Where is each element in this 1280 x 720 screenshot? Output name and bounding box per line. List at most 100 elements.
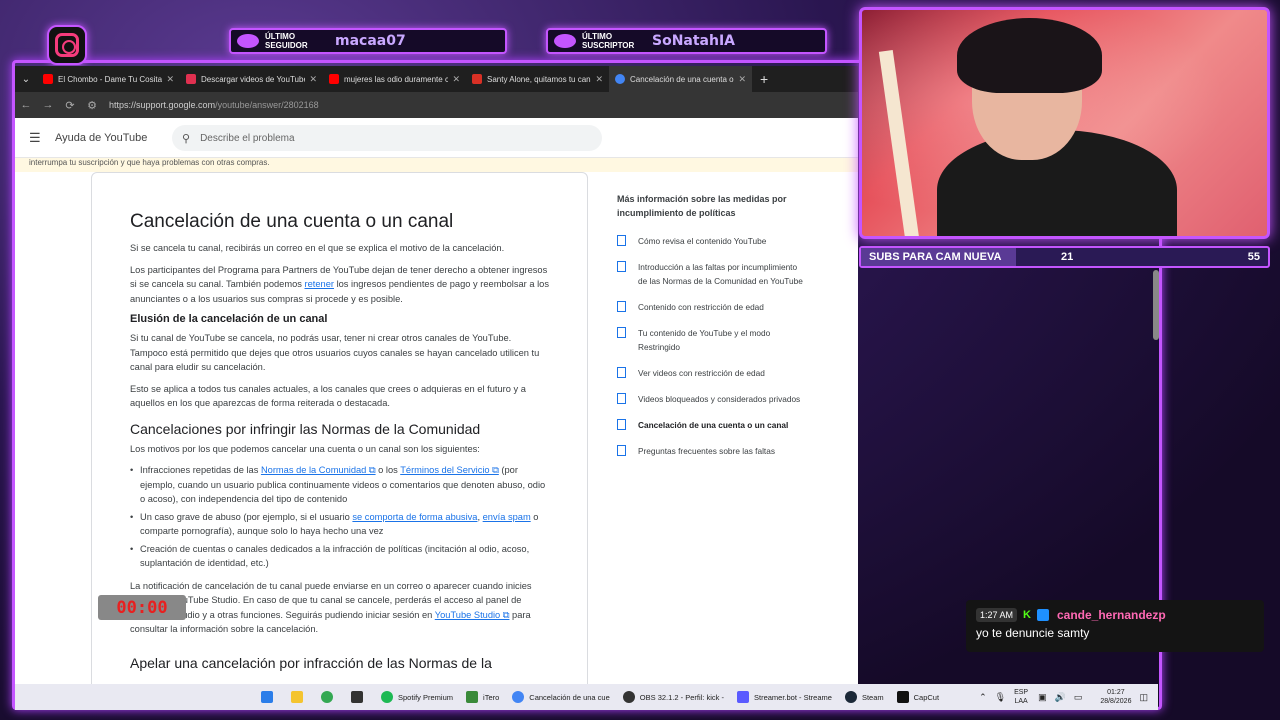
taskbar-app-spotify[interactable]: Spotify Premium [381, 691, 453, 703]
last-follower-name: macaa07 [335, 33, 406, 49]
chevron-up-icon[interactable]: ⌃ [979, 692, 987, 703]
tab-bar: ⌄ El Chombo - Dame Tu Cosita (Ch✕ Descar… [15, 66, 858, 92]
related-articles-nav: Más información sobre las medidas por in… [617, 192, 807, 470]
address-bar: ← → ⟳ ⚙ https://support.google.com/youtu… [15, 92, 858, 118]
browser-window: ⌄ El Chombo - Dame Tu Cosita (Ch✕ Descar… [15, 66, 858, 684]
retain-link[interactable]: retener [305, 279, 334, 289]
document-icon [617, 301, 626, 312]
taskbar-app-chrome-tab[interactable]: Cancelación de una cue [512, 691, 610, 703]
tab[interactable]: Descargar videos de YouTube - ✕ [180, 66, 323, 92]
close-icon[interactable]: ✕ [166, 74, 174, 85]
last-sub-label: ÚLTIMO SUSCRIPTOR [582, 32, 635, 50]
related-link-current[interactable]: Cancelación de una cuenta o un canal [617, 418, 807, 432]
help-search-input[interactable]: ⚲ Describe el problema [172, 125, 602, 151]
reasons-list: Infracciones repetidas de las Normas de … [130, 463, 549, 571]
taskbar-app-capcut[interactable]: CapCut [896, 691, 939, 703]
language-indicator[interactable]: ESP LAA [1014, 688, 1028, 706]
steam-icon [844, 691, 857, 703]
tab[interactable]: mujeres las odio duramente co ✕ [323, 66, 466, 92]
document-icon [617, 445, 626, 456]
related-link[interactable]: Ver videos con restricción de edad [617, 366, 807, 380]
section-heading: Elusión de la cancelación de un canal [130, 313, 328, 325]
article-title: Cancelación de una cuenta o un canal [130, 211, 454, 232]
streamerbot-icon [736, 691, 749, 703]
url-path: /youtube/answer/2802168 [215, 100, 319, 110]
article-paragraph: Los motivos por los que podemos cancelar… [130, 443, 480, 454]
page-scrollbar[interactable] [1153, 270, 1159, 340]
close-icon[interactable]: ✕ [452, 74, 460, 85]
notification-icon[interactable]: ◫ [1139, 692, 1148, 703]
tab-label: Descargar videos de YouTube - [201, 74, 306, 84]
search-placeholder: Describe el problema [200, 132, 295, 144]
close-icon[interactable]: ✕ [595, 74, 603, 85]
close-icon[interactable]: ✕ [738, 74, 746, 85]
tab[interactable]: El Chombo - Dame Tu Cosita (Ch✕ [37, 66, 180, 92]
list-item: Creación de cuentas o canales dedicados … [130, 542, 549, 571]
battery-icon[interactable]: ▭ [1074, 692, 1083, 703]
spotify-icon [381, 691, 393, 703]
youtube-icon [329, 74, 339, 84]
help-site-title[interactable]: Ayuda de YouTube [55, 132, 147, 144]
notice-banner: interrumpa tu suscripción y que haya pro… [15, 158, 858, 172]
document-icon [617, 367, 626, 378]
spam-link[interactable]: envía spam [483, 512, 531, 522]
article-paragraph: Si se cancela tu canal, recibirás un cor… [130, 243, 505, 253]
related-link[interactable]: Preguntas frecuentes sobre las faltas [617, 444, 807, 458]
site-settings-icon[interactable]: ⚙ [81, 99, 103, 112]
section-heading: Cancelaciones por infringir las Normas d… [130, 420, 481, 437]
community-guidelines-link[interactable]: Normas de la Comunidad ⧉ [261, 465, 376, 475]
clock[interactable]: 01:27 28/8/2026 [1100, 688, 1131, 706]
obs-icon [622, 691, 635, 703]
document-icon [617, 327, 626, 338]
help-header: ☰ Ayuda de YouTube ⚲ Describe el problema [15, 118, 858, 158]
article-paragraph: Si tu canal de YouTube se cancela, no po… [130, 333, 540, 372]
volume-icon[interactable]: 🔊 [1055, 692, 1066, 703]
tab-active[interactable]: Cancelación de una cuenta o un ✕ [609, 66, 752, 92]
eye-icon [554, 34, 576, 48]
calculator-icon[interactable] [351, 691, 368, 703]
back-icon[interactable]: ← [15, 99, 37, 111]
new-tab-button[interactable]: + [760, 71, 768, 87]
itero-icon [466, 691, 479, 703]
network-icon[interactable]: ▣ [1038, 692, 1047, 703]
article-paragraph: Esto se aplica a todos tus canales actua… [130, 383, 526, 409]
chat-username: cande_hernandezp [1056, 608, 1166, 622]
last-sub-box: ÚLTIMO SUSCRIPTOR SoNatahIA [546, 28, 827, 54]
windows-start-icon[interactable] [261, 691, 278, 703]
tab-label: Santy Alone, quitamos tu canal [487, 74, 592, 84]
related-link[interactable]: Contenido con restricción de edad [617, 300, 807, 314]
reload-icon[interactable]: ⟳ [59, 99, 81, 112]
google-icon [615, 74, 625, 84]
taskbar-app-itero[interactable]: iTero [466, 691, 499, 703]
list-item: Infracciones repetidas de las Normas de … [130, 463, 549, 507]
forward-icon[interactable]: → [37, 99, 59, 111]
microphone-icon[interactable]: 🎙 [995, 692, 1006, 703]
youtube-studio-link[interactable]: YouTube Studio ⧉ [435, 610, 510, 620]
chat-time: 1:27 AM [976, 608, 1018, 622]
taskbar-app-obs[interactable]: OBS 32.1.2 - Perfil: kick - [622, 691, 724, 703]
related-link[interactable]: Tu contenido de YouTube y el modo Restri… [617, 326, 807, 354]
related-link[interactable]: Videos bloqueados y considerados privado… [617, 392, 807, 406]
hamburger-menu-icon[interactable]: ☰ [29, 130, 43, 146]
related-link[interactable]: Introducción a las faltas por incumplimi… [617, 260, 807, 288]
subs-goal-target: 55 [1247, 251, 1260, 263]
url-field[interactable]: https://support.google.com/youtube/answe… [109, 100, 319, 110]
file-explorer-icon[interactable] [291, 691, 308, 703]
taskbar-app-steam[interactable]: Steam [844, 691, 884, 703]
tab-list-chevron-icon[interactable]: ⌄ [15, 74, 37, 85]
article-paragraph: La notificación de cancelación de tu can… [130, 580, 532, 635]
tab[interactable]: Santy Alone, quitamos tu canal ✕ [466, 66, 609, 92]
related-link[interactable]: Cómo revisa el contenido YouTube [617, 234, 807, 248]
last-follower-box: ÚLTIMO SEGUIDOR macaa07 [229, 28, 507, 54]
tab-label: Cancelación de una cuenta o un [630, 74, 735, 84]
close-icon[interactable]: ✕ [309, 74, 317, 85]
chrome-icon[interactable] [321, 691, 338, 703]
taskbar-app-streamerbot[interactable]: Streamer.bot - Streame [736, 691, 832, 703]
download-icon [186, 74, 196, 84]
subs-goal-bar: SUBS PARA CAM NUEVA 21 55 [859, 246, 1270, 268]
abusive-behavior-link[interactable]: se comporta de forma abusiva [352, 512, 477, 522]
article-paragraph: Los participantes del Programa para Part… [130, 264, 549, 304]
subs-goal-label: SUBS PARA CAM NUEVA [869, 251, 1002, 263]
chat-text: yo te denuncie samty [976, 626, 1090, 640]
terms-of-service-link[interactable]: Términos del Servicio ⧉ [400, 465, 499, 475]
